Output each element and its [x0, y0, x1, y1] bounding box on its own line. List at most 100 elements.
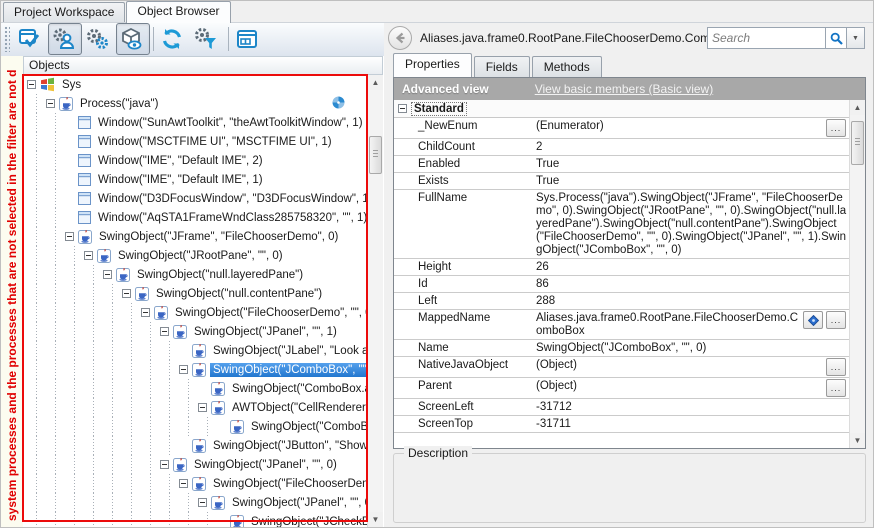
property-row-exists[interactable]: ExistsTrue	[394, 173, 849, 190]
scroll-up-icon[interactable]: ▲	[850, 100, 865, 115]
search-dropdown-button[interactable]: ▼	[846, 27, 865, 49]
tree-row[interactable]: SwingObject("JPanel", "", 0	[23, 493, 367, 512]
ellipsis-button[interactable]: ...	[826, 379, 846, 397]
tree-row[interactable]: Window("D3DFocusWindow", "D3DFocusWindow…	[23, 189, 367, 208]
refresh-button[interactable]	[157, 23, 191, 55]
tree-node-label[interactable]: Window("IME", "Default IME", 1)	[95, 173, 266, 187]
basic-view-link[interactable]: View basic members (Basic view)	[535, 82, 714, 96]
tree-node-label[interactable]: SwingObject("JPanel", "", 0	[229, 496, 367, 510]
tree-node-label[interactable]: Sys	[59, 78, 84, 92]
minus-box-icon[interactable]	[198, 403, 207, 412]
tree-scrollbar[interactable]: ▲ ▼	[367, 75, 383, 527]
tree-row[interactable]: Window("MSCTFIME UI", "MSCTFIME UI", 1)	[23, 132, 367, 151]
toolbar-grip[interactable]	[4, 26, 10, 52]
search-input[interactable]	[707, 27, 825, 49]
tree-row[interactable]: SwingObject("null.layeredPane")	[23, 265, 367, 284]
minus-box-icon[interactable]	[84, 251, 93, 260]
tree-node-label[interactable]: SwingObject("JFrame", "FileChooserDemo",…	[96, 230, 341, 244]
minus-box-icon[interactable]	[46, 99, 55, 108]
tree-row[interactable]: AWTObject("CellRendererP	[23, 398, 367, 417]
property-row-screenleft[interactable]: ScreenLeft-31712	[394, 399, 849, 416]
collapse-node-icon[interactable]	[27, 80, 40, 89]
select-object-button[interactable]	[14, 23, 48, 55]
tab-project-workspace[interactable]: Project Workspace	[3, 2, 125, 22]
tree-node-label[interactable]: Window("IME", "Default IME", 2)	[95, 154, 266, 168]
tree-row[interactable]: SwingObject("ComboBo	[23, 417, 367, 436]
tab-object-browser[interactable]: Object Browser	[126, 1, 230, 23]
collapse-node-icon[interactable]	[46, 99, 59, 108]
tree-row[interactable]: SwingObject("JButton", "Show	[23, 436, 367, 455]
tree-row[interactable]: Window("AqSTA1FrameWndClass285758320", "…	[23, 208, 367, 227]
collapse-node-icon[interactable]	[141, 308, 154, 317]
tab-methods[interactable]: Methods	[532, 56, 602, 77]
tree-node-label[interactable]: Window("AqSTA1FrameWndClass285758320", "…	[95, 211, 367, 225]
scroll-down-icon[interactable]: ▼	[368, 512, 383, 527]
property-row-mappedname[interactable]: MappedNameAliases.java.frame0.RootPane.F…	[394, 310, 849, 340]
scroll-up-icon[interactable]: ▲	[368, 75, 383, 90]
tree-row[interactable]: SwingObject("JPanel", "", 0)	[23, 455, 367, 474]
collapse-node-icon[interactable]	[160, 327, 173, 336]
tree-row[interactable]: Window("SunAwtToolkit", "theAwtToolkitWi…	[23, 113, 367, 132]
tree-row[interactable]: SwingObject("null.contentPane")	[23, 284, 367, 303]
tree-node-label[interactable]: SwingObject("ComboBo	[248, 420, 367, 434]
minus-box-icon[interactable]	[122, 289, 131, 298]
property-row-fullname[interactable]: FullNameSys.Process("java").SwingObject(…	[394, 190, 849, 259]
tree-row[interactable]: Sys	[23, 75, 367, 94]
collapse-node-icon[interactable]	[198, 403, 211, 412]
property-row-childcount[interactable]: ChildCount2	[394, 139, 849, 156]
tree-row[interactable]: SwingObject("JPanel", "", 1)	[23, 322, 367, 341]
tree-node-label[interactable]: SwingObject("null.contentPane")	[153, 287, 325, 301]
view-object-button[interactable]	[116, 23, 150, 55]
property-row-height[interactable]: Height26	[394, 259, 849, 276]
tree-node-label[interactable]: SwingObject("JPanel", "", 1)	[191, 325, 340, 339]
property-row-enabled[interactable]: EnabledTrue	[394, 156, 849, 173]
minus-box-icon[interactable]	[160, 327, 169, 336]
collapse-node-icon[interactable]	[179, 479, 192, 488]
tree-node-label[interactable]: SwingObject("JRootPane", "", 0)	[115, 249, 286, 263]
tree-node-label[interactable]: SwingObject("JCheckB	[248, 515, 367, 528]
tree-row[interactable]: SwingObject("JRootPane", "", 0)	[23, 246, 367, 265]
property-group-row[interactable]: Standard	[394, 100, 849, 118]
tree-node-label[interactable]: Window("MSCTFIME UI", "MSCTFIME UI", 1)	[95, 135, 335, 149]
ellipsis-button[interactable]: ...	[826, 119, 846, 137]
map-diamond-button[interactable]	[803, 311, 823, 329]
minus-box-icon[interactable]	[65, 232, 74, 241]
minus-box-icon[interactable]	[160, 460, 169, 469]
back-button[interactable]	[387, 25, 413, 51]
panel-layout-button[interactable]	[232, 23, 266, 55]
grid-scrollbar-thumb[interactable]	[851, 121, 864, 165]
minus-box-icon[interactable]	[27, 80, 36, 89]
show-process-tree-button[interactable]	[48, 23, 82, 55]
tab-fields[interactable]: Fields	[474, 56, 530, 77]
tree-node-label[interactable]: SwingObject("JButton", "Show	[210, 439, 367, 453]
process-options-button[interactable]	[82, 23, 116, 55]
property-row-left[interactable]: Left288	[394, 293, 849, 310]
collapse-node-icon[interactable]	[160, 460, 173, 469]
tree-row[interactable]: SwingObject("JComboBox", "",	[23, 360, 367, 379]
tree-row[interactable]: SwingObject("JFrame", "FileChooserDemo",…	[23, 227, 367, 246]
property-row-id[interactable]: Id86	[394, 276, 849, 293]
tree-node-label[interactable]: SwingObject("FileChooserDemo", "", 0)	[172, 306, 367, 320]
minus-box-icon[interactable]	[179, 365, 188, 374]
tree-row[interactable]: Window("IME", "Default IME", 1)	[23, 170, 367, 189]
search-icon[interactable]	[825, 27, 846, 49]
tree-scrollbar-track[interactable]	[368, 90, 383, 512]
filter-settings-button[interactable]	[191, 23, 225, 55]
tree-row[interactable]: SwingObject("FileChooserDemo	[23, 474, 367, 493]
tab-properties[interactable]: Properties	[393, 53, 472, 77]
minus-box-icon[interactable]	[141, 308, 150, 317]
collapse-node-icon[interactable]	[122, 289, 135, 298]
collapse-node-icon[interactable]	[198, 498, 211, 507]
objects-panel-header[interactable]: Objects	[23, 56, 383, 75]
tree-row[interactable]: SwingObject("ComboBox.a	[23, 379, 367, 398]
tree-scrollbar-thumb[interactable]	[369, 136, 382, 174]
tree-row[interactable]: SwingObject("FileChooserDemo", "", 0)	[23, 303, 367, 322]
grid-scrollbar[interactable]: ▲ ▼	[849, 100, 865, 448]
collapse-group-icon[interactable]	[398, 104, 407, 113]
tree-node-label[interactable]: SwingObject("JPanel", "", 0)	[191, 458, 340, 472]
property-row-screentop[interactable]: ScreenTop-31711	[394, 416, 849, 433]
tree-row[interactable]: SwingObject("JLabel", "Look an	[23, 341, 367, 360]
minus-box-icon[interactable]	[179, 479, 188, 488]
collapse-node-icon[interactable]	[103, 270, 116, 279]
collapse-node-icon[interactable]	[84, 251, 97, 260]
